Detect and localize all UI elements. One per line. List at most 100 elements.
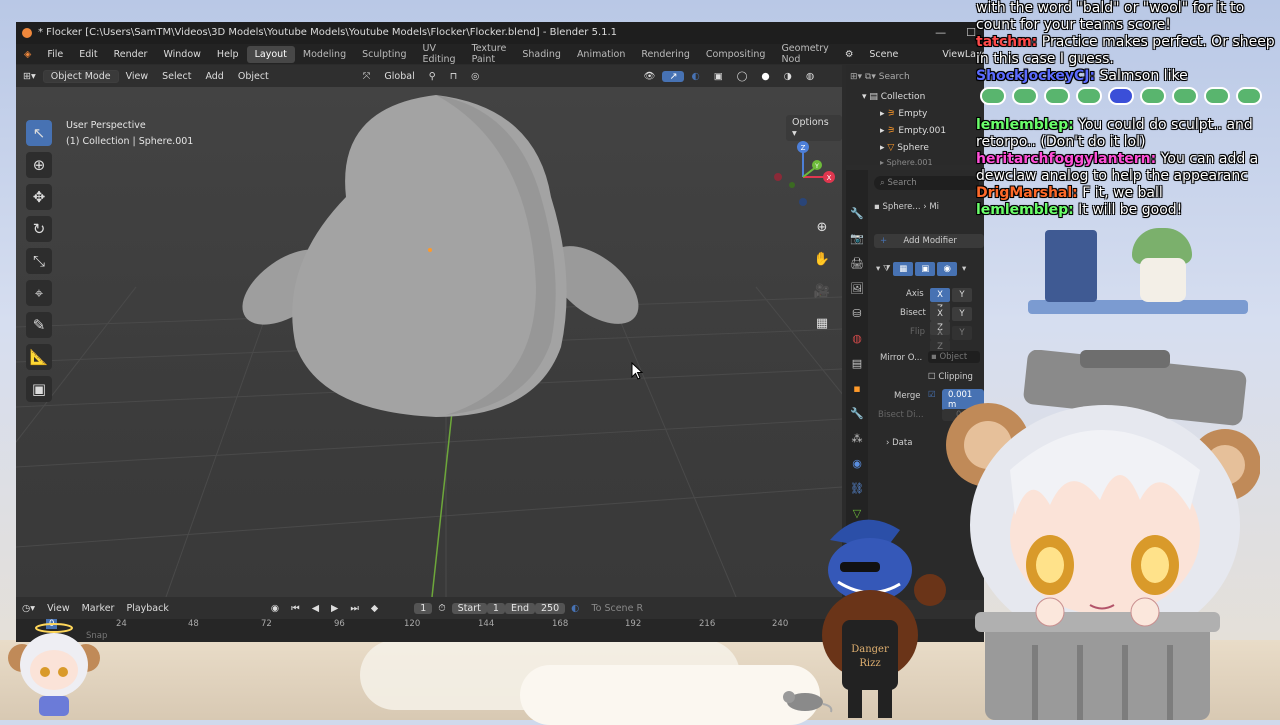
tab-layout[interactable]: Layout: [246, 45, 295, 63]
overlay-icon[interactable]: ◐: [684, 71, 706, 82]
sync-icon[interactable]: ◐: [565, 603, 585, 614]
menu-view[interactable]: View: [119, 71, 156, 82]
shading-wireframe-icon[interactable]: ◯: [730, 71, 755, 82]
timeline-editor-icon[interactable]: ◷▾: [16, 603, 41, 614]
timeline-menu-playback[interactable]: Playback: [120, 603, 174, 614]
scene-selector[interactable]: Scene: [861, 49, 906, 60]
object-tab-icon[interactable]: ▪: [849, 381, 865, 397]
mode-dropdown[interactable]: Object Mode: [42, 69, 119, 83]
menu-edit[interactable]: Edit: [71, 49, 105, 60]
tab-geometry-nodes[interactable]: Geometry Nod: [773, 40, 836, 68]
add-modifier-button[interactable]: + Add Modifier: [874, 234, 984, 248]
outliner-item-collection[interactable]: ▾ ▤ Collection: [862, 89, 925, 105]
xray-icon[interactable]: ▣: [707, 71, 730, 82]
shading-solid-icon[interactable]: ●: [754, 71, 776, 82]
menu-object[interactable]: Object: [231, 71, 276, 82]
bisect-y-toggle[interactable]: Y: [952, 307, 972, 321]
maximize-button[interactable]: ☐: [966, 22, 976, 44]
outliner-item-sphere-001[interactable]: ▸ Sphere.001: [880, 155, 933, 171]
3d-viewport[interactable]: ↖ ⊕ ✥ ↻ ⤡ ⌖ ✎ 📐 ▣ User Perspective (1) C…: [16, 87, 842, 597]
camera-icon[interactable]: 🎥: [811, 281, 833, 303]
blender-menu-icon[interactable]: ◈: [16, 49, 39, 60]
proportional-edit-icon[interactable]: ◎: [464, 71, 486, 82]
orientation-dropdown[interactable]: Global: [377, 71, 421, 82]
current-frame-field[interactable]: 1: [414, 602, 433, 614]
world-tab-icon[interactable]: ◍: [849, 331, 865, 347]
snap-icon[interactable]: ⊓: [443, 71, 464, 82]
navigation-gizmo[interactable]: Z Y X: [768, 139, 838, 209]
tab-animation[interactable]: Animation: [569, 46, 633, 63]
outliner-item-empty-001[interactable]: ▸ ⚞ Empty.001: [880, 123, 946, 139]
add-cube-tool-icon[interactable]: ▣: [26, 376, 52, 402]
scene-tab-icon[interactable]: ⛁: [849, 306, 865, 322]
start-frame-field[interactable]: 1: [486, 602, 505, 614]
outliner-item-sphere[interactable]: ▸ ▽ Sphere: [880, 140, 929, 156]
physics-tab-icon[interactable]: ◉: [849, 456, 865, 472]
merge-checkbox[interactable]: ☑: [928, 390, 936, 400]
gizmo-toggle-icon[interactable]: ↗: [662, 70, 685, 82]
editor-type-icon[interactable]: ⊞▾: [16, 71, 43, 82]
bisect-x-toggle[interactable]: X: [930, 307, 950, 321]
measure-tool-icon[interactable]: 📐: [26, 344, 52, 370]
rotate-tool-icon[interactable]: ↻: [26, 216, 52, 242]
flip-y-toggle[interactable]: Y: [952, 326, 972, 340]
zoom-icon[interactable]: ⊕: [811, 217, 833, 239]
shading-rendered-icon[interactable]: ◍: [799, 71, 821, 82]
collection-tab-icon[interactable]: ▤: [849, 356, 865, 372]
menu-help[interactable]: Help: [209, 49, 247, 60]
outliner-header-icons[interactable]: ⊞▾ ⧉▾ Search: [850, 69, 910, 85]
modifier-header[interactable]: ▾ ⧩ ▦ ▣ ◉ ▾: [876, 262, 966, 276]
end-frame-field[interactable]: 250: [535, 602, 566, 614]
jump-start-button[interactable]: ⏮: [285, 603, 306, 614]
tab-texture-paint[interactable]: Texture Paint: [464, 40, 515, 68]
timeline-menu-view[interactable]: View: [41, 603, 76, 614]
chat-username: lemlemblep:: [976, 202, 1074, 218]
axis-y-toggle[interactable]: Y: [952, 288, 972, 302]
render-tab-icon[interactable]: 📷: [849, 231, 865, 247]
autokey-icon[interactable]: ◉: [265, 603, 285, 614]
move-tool-icon[interactable]: ✥: [26, 184, 52, 210]
tab-modeling[interactable]: Modeling: [295, 46, 354, 63]
menu-render[interactable]: Render: [106, 49, 156, 60]
tab-compositing[interactable]: Compositing: [698, 46, 774, 63]
scene-icon[interactable]: ⚙: [837, 49, 862, 60]
scale-tool-icon[interactable]: ⤡: [26, 248, 52, 274]
menu-add[interactable]: Add: [198, 71, 230, 82]
play-button[interactable]: ▶: [325, 603, 344, 614]
visibility-icon[interactable]: 👁: [636, 71, 662, 82]
tab-sculpting[interactable]: Sculpting: [354, 46, 414, 63]
tab-shading[interactable]: Shading: [514, 46, 569, 63]
constraints-tab-icon[interactable]: ⛓: [849, 481, 865, 497]
particles-tab-icon[interactable]: ⁂: [849, 431, 865, 447]
keyframe-prev-button[interactable]: ◆: [365, 603, 384, 614]
scene-range-field[interactable]: To Scene R: [585, 603, 649, 614]
pan-hand-icon[interactable]: ✋: [811, 249, 833, 271]
menu-file[interactable]: File: [39, 49, 71, 60]
transform-tool-icon[interactable]: ⌖: [26, 280, 52, 306]
flip-x-toggle[interactable]: X: [930, 326, 950, 340]
grid-view-icon[interactable]: ▦: [811, 313, 833, 335]
data-panel-header[interactable]: › Data: [886, 438, 912, 448]
modifier-tab-icon[interactable]: 🔧: [849, 406, 865, 422]
output-tab-icon[interactable]: 🖨: [849, 256, 865, 272]
pivot-icon[interactable]: ⚲: [422, 71, 443, 82]
timeline-menu-marker[interactable]: Marker: [76, 603, 121, 614]
view-layer-selector[interactable]: ViewLayer: [906, 49, 984, 60]
outliner-item-empty[interactable]: ▸ ⚞ Empty: [880, 106, 927, 122]
cursor-tool-icon[interactable]: ⊕: [26, 152, 52, 178]
properties-search-input[interactable]: ⌕ Search: [874, 176, 979, 190]
shading-material-icon[interactable]: ◑: [777, 71, 799, 82]
annotate-tool-icon[interactable]: ✎: [26, 312, 52, 338]
menu-window[interactable]: Window: [155, 49, 208, 60]
minimize-button[interactable]: —: [935, 22, 946, 44]
select-tool-icon[interactable]: ↖: [26, 120, 52, 146]
tab-rendering[interactable]: Rendering: [633, 46, 698, 63]
jump-end-button[interactable]: ⏭: [344, 603, 365, 614]
view-layer-tab-icon[interactable]: 🖼: [849, 281, 865, 297]
options-dropdown[interactable]: Options ▾: [786, 115, 842, 141]
tool-tab-icon[interactable]: 🔧: [849, 206, 865, 222]
menu-select[interactable]: Select: [155, 71, 198, 82]
tab-uv-editing[interactable]: UV Editing: [414, 40, 463, 68]
axis-x-toggle[interactable]: X: [930, 288, 950, 302]
play-reverse-button[interactable]: ◀: [306, 603, 325, 614]
